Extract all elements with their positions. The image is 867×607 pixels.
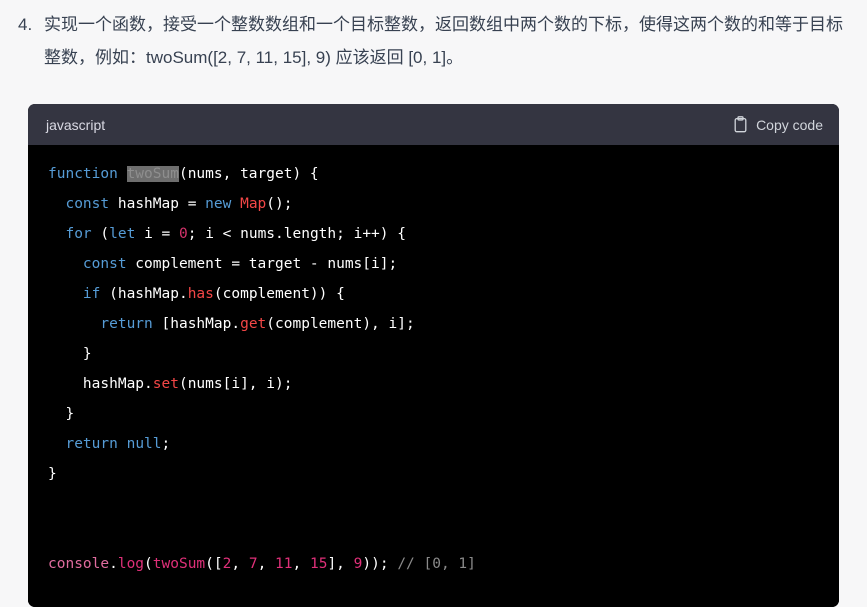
code-token-fn: get <box>240 316 267 332</box>
code-token-plain: ( <box>144 556 153 572</box>
copy-code-label: Copy code <box>756 116 823 133</box>
clipboard-icon <box>733 116 748 133</box>
code-token-plain: hashMap. <box>82 376 153 392</box>
code-token-kw: null <box>126 436 162 452</box>
code-line: hashMap.set(nums[i], i); <box>28 369 839 399</box>
code-token-plain: (hashMap. <box>100 286 188 302</box>
code-token-kw: for <box>65 226 92 242</box>
code-token-plain: ( <box>91 226 110 242</box>
code-token-plain: , <box>292 556 310 572</box>
code-token-plain: . <box>109 556 118 572</box>
code-block-header: javascript Copy code <box>28 104 839 145</box>
code-token-kw: return <box>65 436 118 452</box>
code-token-cls: Map <box>240 196 267 212</box>
code-token-plain: ; <box>161 436 171 452</box>
page-root: 4. 实现一个函数，接受一个整数数组和一个目标整数，返回数组中两个数的下标，使得… <box>0 0 867 607</box>
code-token-kw: const <box>65 196 110 212</box>
code-token-plain: (complement), i]; <box>266 316 415 332</box>
code-token-kw: const <box>82 256 127 272</box>
code-token-mem: twoSum <box>152 556 206 572</box>
code-token-kw: new <box>205 196 232 212</box>
code-token-fn: has <box>187 286 214 302</box>
code-token-plain: (); <box>266 196 293 212</box>
code-token-kw: return <box>100 316 153 332</box>
code-token-fn: set <box>152 376 179 392</box>
code-token-numlt: 11 <box>275 556 293 572</box>
code-line: } <box>28 399 839 429</box>
code-line: } <box>28 339 839 369</box>
code-token-plain: [hashMap. <box>152 316 241 332</box>
code-token-kw: if <box>82 286 101 302</box>
code-token-numlt: 15 <box>309 556 328 572</box>
code-token-plain: (nums[i], i); <box>178 376 293 392</box>
code-line: function twoSum(nums, target) { <box>28 159 839 189</box>
list-item-text: 实现一个函数，接受一个整数数组和一个目标整数，返回数组中两个数的下标，使得这两个… <box>44 15 843 67</box>
code-token-plain: ], <box>327 556 354 572</box>
code-line: for (let i = 0; i < nums.length; i++) { <box>28 219 839 249</box>
code-token-cmt: // [0, 1] <box>397 556 476 572</box>
code-language-label: javascript <box>46 116 106 133</box>
code-token-plain: (complement)) { <box>213 286 345 302</box>
code-token-kw: let <box>109 226 136 242</box>
code-token-numlt: 7 <box>248 556 258 572</box>
code-token-plain: } <box>48 466 57 482</box>
code-token-sel: twoSum <box>126 166 179 182</box>
code-token-plain: hashMap = <box>109 196 206 212</box>
code-line: return [hashMap.get(complement), i]; <box>28 309 839 339</box>
code-token-plain: complement = target - nums[i]; <box>126 256 398 272</box>
code-token-kw: function <box>48 166 118 182</box>
code-token-plain: )); <box>362 556 389 572</box>
code-block: javascript Copy code function twoSum(num… <box>28 104 839 607</box>
code-line: if (hashMap.has(complement)) { <box>28 279 839 309</box>
code-token-plain: (nums, target) { <box>178 166 319 182</box>
list-item: 4. 实现一个函数，接受一个整数数组和一个目标整数，返回数组中两个数的下标，使得… <box>0 8 860 74</box>
code-token-mem: log <box>117 556 145 572</box>
code-token-plain: ; i < nums.length; i++) { <box>187 226 406 242</box>
prompt-list: 4. 实现一个函数，接受一个整数数组和一个目标整数，返回数组中两个数的下标，使得… <box>0 8 860 74</box>
code-line: } <box>28 459 839 489</box>
code-token-plain: , <box>231 556 249 572</box>
code-token-plain: ([ <box>205 556 223 572</box>
code-token-obj: console <box>48 556 110 572</box>
code-token-num: 0 <box>179 226 188 242</box>
code-line: console.log(twoSum([2, 7, 11, 15], 9)); … <box>28 549 839 579</box>
copy-code-button[interactable]: Copy code <box>733 116 823 133</box>
code-token-plain: i = <box>135 226 179 242</box>
code-token-plain: , <box>257 556 276 572</box>
code-line: const complement = target - nums[i]; <box>28 249 839 279</box>
code-line: const hashMap = new Map(); <box>28 189 839 219</box>
code-line: return null; <box>28 429 839 459</box>
code-content[interactable]: function twoSum(nums, target) { const ha… <box>28 145 839 607</box>
code-token-plain: } <box>65 406 75 422</box>
list-item-number: 4. <box>18 15 33 34</box>
code-token-plain: } <box>82 346 92 362</box>
